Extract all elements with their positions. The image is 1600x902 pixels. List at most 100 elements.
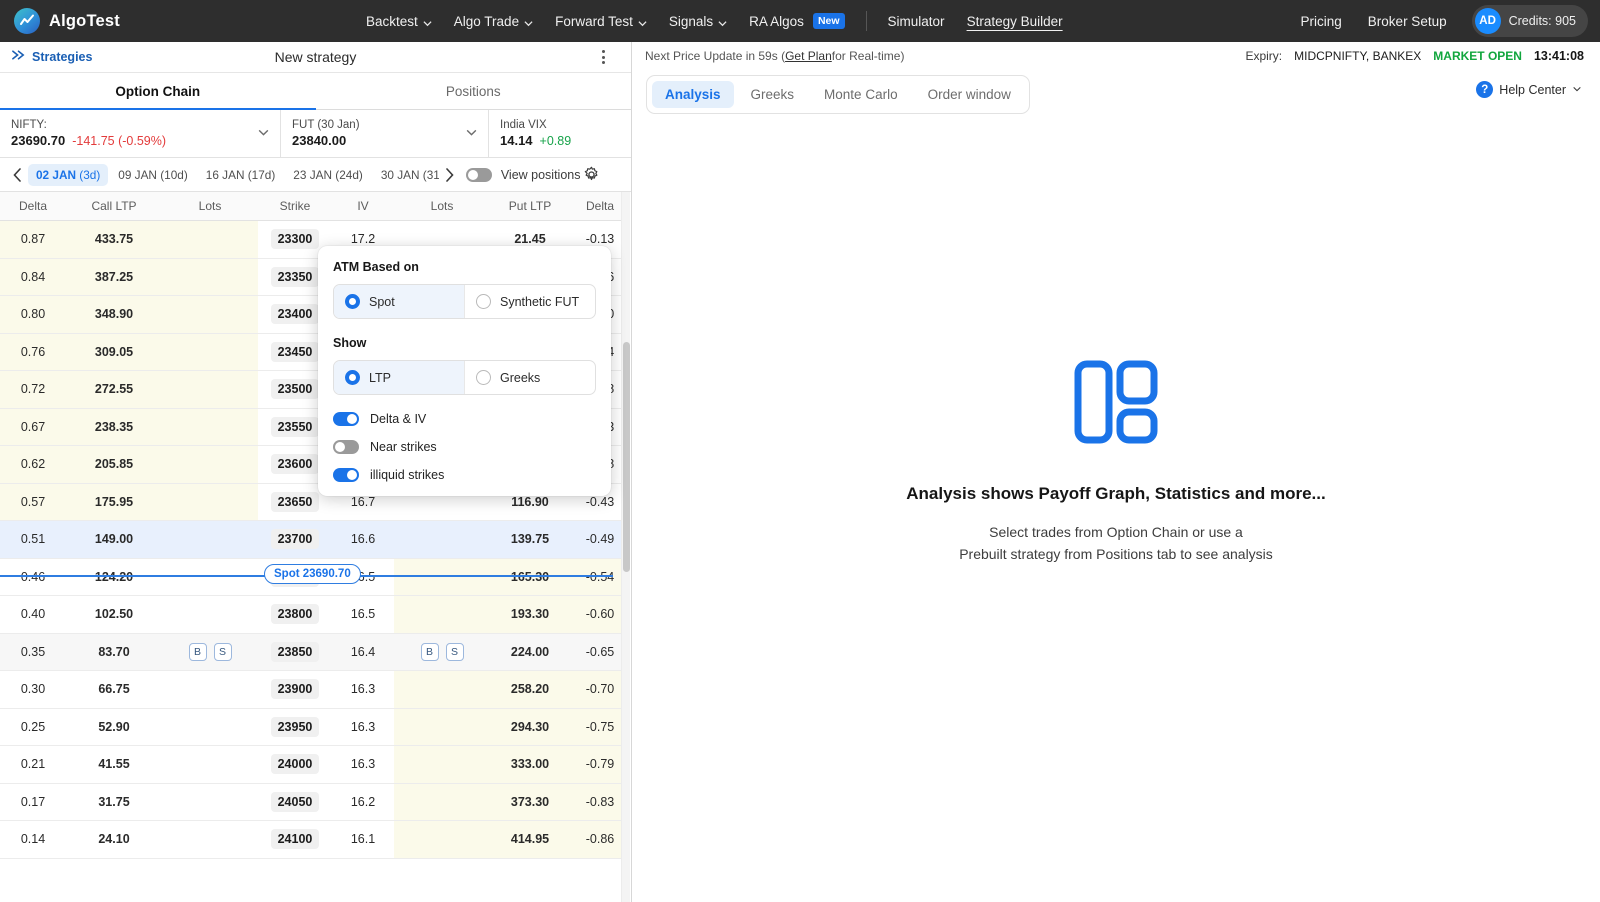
cell-put-lots[interactable] — [394, 558, 490, 596]
toggle-near-strikes[interactable] — [333, 440, 359, 454]
cell-call-ltp[interactable]: 52.90 — [66, 708, 162, 746]
call-buy-sell-group[interactable]: BS — [188, 642, 232, 661]
cell-strike[interactable]: 24050 — [258, 783, 332, 821]
view-positions-toggle[interactable] — [465, 167, 492, 182]
cell-call-lots[interactable] — [162, 408, 258, 446]
cell-call-lots[interactable] — [162, 670, 258, 709]
put-buy-button[interactable]: B — [420, 642, 439, 661]
cell-call-ltp[interactable]: 238.35 — [66, 408, 162, 446]
cell-call-lots[interactable] — [162, 595, 258, 634]
expiry-chip-1[interactable]: 09 JAN (10d) — [110, 164, 196, 186]
expiry-prev-icon[interactable] — [9, 166, 26, 184]
nav-strategy-builder[interactable]: Strategy Builder — [956, 8, 1074, 35]
cell-put-ltp[interactable]: 373.30 — [490, 783, 570, 821]
cell-call-ltp[interactable]: 309.05 — [66, 333, 162, 371]
cell-call-ltp[interactable]: 205.85 — [66, 445, 162, 484]
table-row[interactable]: 0.51 149.00 23700 16.6 139.75 -0.49 — [0, 520, 630, 559]
cell-call-lots[interactable] — [162, 295, 258, 334]
cell-call-lots[interactable] — [162, 820, 258, 859]
toggle-row-delta-iv[interactable]: Delta & IV — [333, 412, 596, 426]
cell-strike[interactable]: 23800 — [258, 595, 332, 634]
cell-call-lots[interactable] — [162, 333, 258, 371]
nav-signals[interactable]: Signals — [658, 8, 738, 35]
more-options-icon[interactable] — [602, 50, 605, 64]
cell-call-lots[interactable] — [162, 558, 258, 596]
cell-call-lots[interactable] — [162, 708, 258, 746]
cell-call-ltp[interactable]: 175.95 — [66, 483, 162, 521]
table-row[interactable]: 0.21 41.55 24000 16.3 333.00 -0.79 — [0, 745, 630, 784]
cell-put-ltp[interactable]: 193.30 — [490, 595, 570, 634]
nav-pricing[interactable]: Pricing — [1290, 8, 1353, 35]
call-buy-button[interactable]: B — [188, 642, 207, 661]
table-row[interactable]: 0.40 102.50 23800 16.5 193.30 -0.60 — [0, 595, 630, 634]
tab-positions[interactable]: Positions — [316, 73, 632, 109]
cell-put-lots[interactable] — [394, 595, 490, 634]
put-buy-sell-group[interactable]: BS — [420, 642, 464, 661]
cell-call-lots[interactable] — [162, 483, 258, 521]
scrollbar-thumb[interactable] — [623, 342, 630, 572]
table-row[interactable]: 0.17 31.75 24050 16.2 373.30 -0.83 — [0, 783, 630, 821]
cell-call-ltp[interactable]: 387.25 — [66, 258, 162, 296]
nav-backtest[interactable]: Backtest — [355, 8, 443, 35]
cell-put-ltp[interactable]: 258.20 — [490, 670, 570, 709]
chevron-down-icon[interactable] — [257, 126, 270, 144]
toggle-row-illiquid-strikes[interactable]: illiquid strikes — [333, 468, 596, 482]
toggle-delta-iv[interactable] — [333, 412, 359, 426]
cell-call-ltp[interactable]: 66.75 — [66, 670, 162, 709]
cell-put-ltp[interactable]: 294.30 — [490, 708, 570, 746]
cell-strike[interactable]: 23700 — [258, 520, 332, 559]
cell-put-ltp[interactable]: 224.00 — [490, 633, 570, 671]
cell-call-lots[interactable] — [162, 445, 258, 484]
chevron-down-icon[interactable] — [465, 126, 478, 144]
table-row[interactable]: 0.35 83.70 B S 23850 16.4 B S 224.00 -0.65 — [0, 633, 630, 671]
table-row[interactable]: 0.30 66.75 23900 16.3 258.20 -0.70 — [0, 670, 630, 709]
cell-strike[interactable]: 23950 — [258, 708, 332, 746]
table-row[interactable]: 0.14 24.10 24100 16.1 414.95 -0.86 — [0, 820, 630, 859]
atm-option-synthetic-fut[interactable]: Synthetic FUT — [464, 285, 595, 318]
cell-call-ltp[interactable]: 102.50 — [66, 595, 162, 634]
tab-option-chain[interactable]: Option Chain — [0, 73, 316, 110]
call-sell-button[interactable]: S — [213, 642, 232, 661]
settings-gear-icon[interactable] — [583, 166, 622, 183]
cell-put-ltp[interactable]: 414.95 — [490, 820, 570, 859]
cell-put-ltp[interactable]: 165.30 — [490, 558, 570, 596]
show-option-greeks[interactable]: Greeks — [464, 361, 595, 394]
nav-ra-algos[interactable]: RA Algos New — [738, 7, 855, 35]
cell-put-lots[interactable] — [394, 745, 490, 784]
expiry-chip-4[interactable]: 30 JAN (31d) — [373, 164, 439, 186]
quote-nifty[interactable]: NIFTY: 23690.70 -141.75 (-0.59%) — [0, 110, 281, 157]
atm-option-spot[interactable]: Spot — [334, 285, 464, 318]
nav-broker-setup[interactable]: Broker Setup — [1357, 8, 1458, 35]
nav-forward-test[interactable]: Forward Test — [544, 8, 658, 35]
cell-call-ltp[interactable]: 24.10 — [66, 820, 162, 859]
cell-strike[interactable]: 23900 — [258, 670, 332, 709]
brand-logo-group[interactable]: AlgoTest — [14, 8, 120, 34]
cell-call-lots[interactable] — [162, 220, 258, 259]
cell-call-lots[interactable] — [162, 520, 258, 559]
show-option-ltp[interactable]: LTP — [334, 361, 464, 394]
cell-call-ltp[interactable]: 149.00 — [66, 520, 162, 559]
nav-simulator[interactable]: Simulator — [877, 8, 956, 35]
cell-strike[interactable]: 24100 — [258, 820, 332, 859]
credits-pill[interactable]: AD Credits: 905 — [1471, 5, 1588, 37]
cell-call-ltp[interactable]: 348.90 — [66, 295, 162, 334]
cell-strike[interactable]: 24000 — [258, 745, 332, 784]
cell-call-ltp[interactable]: 124.20 — [66, 558, 162, 596]
cell-put-lots[interactable]: BS — [394, 633, 490, 671]
cell-put-lots[interactable] — [394, 670, 490, 709]
cell-put-lots[interactable] — [394, 520, 490, 559]
cell-call-lots[interactable] — [162, 783, 258, 821]
cell-put-ltp[interactable]: 333.00 — [490, 745, 570, 784]
cell-put-lots[interactable] — [394, 820, 490, 859]
cell-call-lots[interactable]: BS — [162, 633, 258, 671]
cell-strike[interactable]: 23850 — [258, 633, 332, 671]
expiry-next-icon[interactable] — [441, 166, 458, 184]
cell-call-lots[interactable] — [162, 370, 258, 409]
put-sell-button[interactable]: S — [445, 642, 464, 661]
vertical-scrollbar[interactable] — [621, 192, 630, 902]
quote-fut[interactable]: FUT (30 Jan) 23840.00 — [281, 110, 489, 157]
cell-call-ltp[interactable]: 31.75 — [66, 783, 162, 821]
cell-call-lots[interactable] — [162, 258, 258, 296]
expiry-chip-0[interactable]: 02 JAN (3d) — [28, 163, 109, 186]
cell-put-lots[interactable] — [394, 783, 490, 821]
